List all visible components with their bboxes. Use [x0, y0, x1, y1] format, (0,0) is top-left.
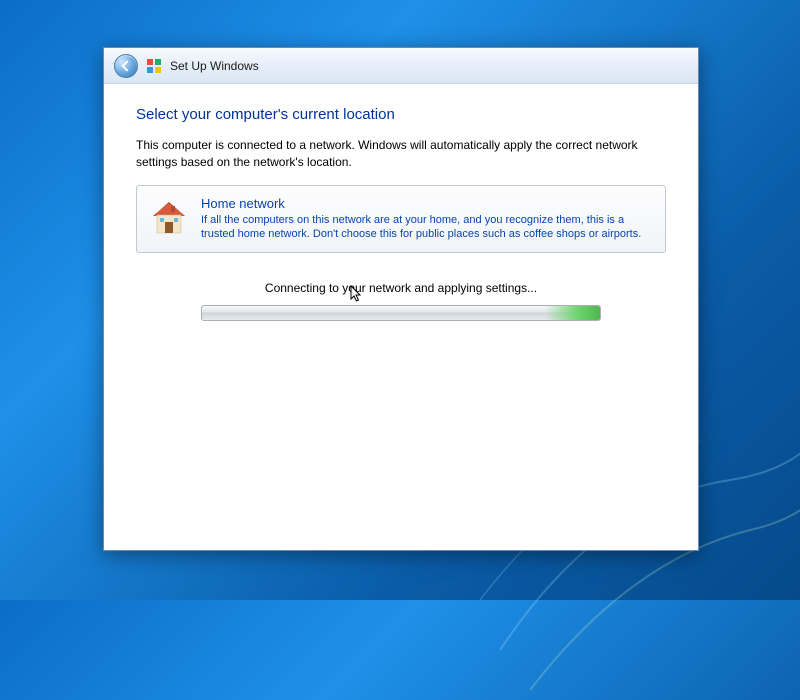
page-heading: Select your computer's current location: [136, 106, 666, 123]
option-description: If all the computers on this network are…: [201, 213, 653, 243]
progress-indicator: [545, 306, 600, 320]
status-area: Connecting to your network and applying …: [136, 281, 666, 321]
option-text-block: Home network If all the computers on thi…: [201, 196, 653, 243]
windows-flag-icon: [146, 58, 162, 74]
setup-window: Set Up Windows Select your computer's cu…: [103, 47, 699, 551]
content-area: Select your computer's current location …: [104, 84, 698, 550]
progress-bar: [201, 305, 601, 321]
home-network-option[interactable]: Home network If all the computers on thi…: [136, 185, 666, 254]
back-arrow-icon: [121, 60, 132, 71]
page-subtext: This computer is connected to a network.…: [136, 137, 666, 171]
titlebar: Set Up Windows: [104, 48, 698, 84]
status-text: Connecting to your network and applying …: [136, 281, 666, 295]
titlebar-title: Set Up Windows: [170, 59, 259, 73]
house-icon: [149, 198, 189, 238]
option-title: Home network: [201, 196, 653, 211]
back-button[interactable]: [114, 54, 138, 78]
